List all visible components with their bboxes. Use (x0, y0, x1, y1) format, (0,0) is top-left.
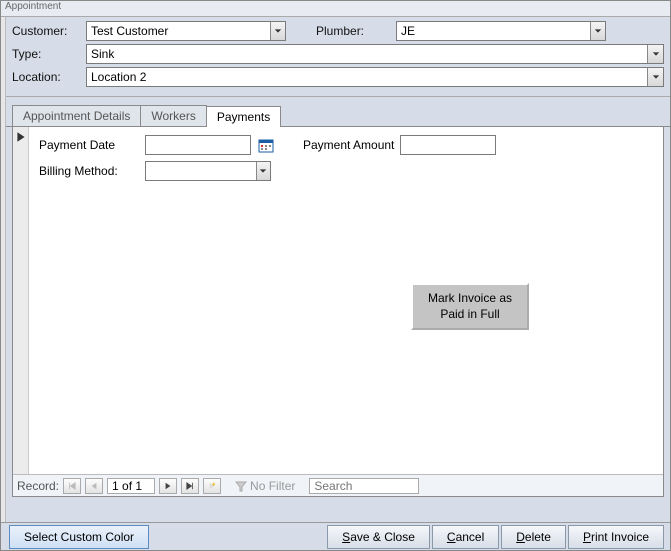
calendar-icon[interactable] (257, 136, 275, 154)
location-dropdown-button[interactable] (647, 68, 663, 86)
type-label: Type: (12, 47, 86, 61)
billing-method-dropdown[interactable] (145, 161, 271, 181)
mark-invoice-paid-line2: Paid in Full (440, 307, 499, 321)
record-nav-bar: Record: No Filter (13, 474, 663, 496)
select-custom-color-label: Select Custom Color (24, 530, 134, 544)
plumber-dropdown-button[interactable] (590, 22, 605, 40)
appointment-window: Appointment Customer: Plumber: Type: (0, 0, 671, 551)
tab-workers[interactable]: Workers (140, 105, 206, 126)
left-gutter (1, 17, 6, 522)
payment-amount-label: Payment Amount (303, 138, 394, 152)
payments-form: Payment Date Payment Amount Billing Meth… (13, 127, 663, 195)
chevron-down-icon (594, 27, 602, 35)
nav-filter-indicator[interactable]: No Filter (235, 479, 295, 493)
funnel-icon (235, 480, 247, 492)
record-selector-bar[interactable] (13, 127, 29, 496)
billing-method-dropdown-button[interactable] (256, 162, 270, 180)
payment-amount-input[interactable] (400, 135, 496, 155)
nav-last-button[interactable] (181, 478, 199, 494)
payment-date-label: Payment Date (39, 138, 139, 152)
location-label: Location: (12, 70, 86, 84)
chevron-down-icon (652, 50, 660, 58)
chevron-down-icon (652, 73, 660, 81)
plumber-input[interactable] (397, 22, 590, 40)
chevron-down-icon (259, 167, 267, 175)
record-nav-label: Record: (17, 479, 59, 493)
select-custom-color-button[interactable]: Select Custom Color (9, 525, 149, 549)
nav-new-button[interactable] (203, 478, 221, 494)
location-dropdown[interactable] (86, 67, 664, 87)
customer-dropdown-button[interactable] (270, 22, 285, 40)
header-form: Customer: Plumber: Type: (6, 17, 670, 97)
nav-first-button[interactable] (63, 478, 81, 494)
plumber-label: Plumber: (316, 24, 396, 38)
current-record-icon (15, 131, 27, 143)
mark-invoice-paid-line1: Mark Invoice as (428, 291, 512, 305)
customer-dropdown[interactable] (86, 21, 286, 41)
payments-panel: Payment Date Payment Amount Billing Meth… (12, 127, 664, 497)
payment-date-input[interactable] (145, 135, 251, 155)
nav-record-counter[interactable] (107, 478, 155, 494)
nav-prev-button[interactable] (85, 478, 103, 494)
tabstrip: Appointment Details Workers Payments (6, 97, 670, 127)
cancel-button[interactable]: Cancel (432, 525, 499, 549)
mark-invoice-paid-button[interactable]: Mark Invoice as Paid in Full (411, 283, 529, 330)
window-title: Appointment (1, 1, 670, 17)
tab-appointment-details[interactable]: Appointment Details (12, 105, 141, 126)
print-invoice-button[interactable]: Print Invoice (568, 525, 664, 549)
billing-method-input[interactable] (146, 162, 256, 180)
delete-button[interactable]: Delete (501, 525, 566, 549)
plumber-dropdown[interactable] (396, 21, 606, 41)
save-close-button[interactable]: Save & Close (327, 525, 430, 549)
nav-search-input[interactable] (309, 478, 419, 494)
billing-method-label: Billing Method: (39, 164, 139, 178)
nav-filter-label: No Filter (250, 479, 295, 493)
customer-input[interactable] (87, 22, 270, 40)
tab-payments[interactable]: Payments (206, 106, 281, 127)
footer-bar: Select Custom Color Save & Close Cancel … (1, 522, 670, 550)
chevron-down-icon (274, 27, 282, 35)
type-input[interactable] (87, 45, 647, 63)
customer-label: Customer: (12, 24, 86, 38)
location-input[interactable] (87, 68, 647, 86)
nav-next-button[interactable] (159, 478, 177, 494)
type-dropdown-button[interactable] (647, 45, 663, 63)
type-dropdown[interactable] (86, 44, 664, 64)
